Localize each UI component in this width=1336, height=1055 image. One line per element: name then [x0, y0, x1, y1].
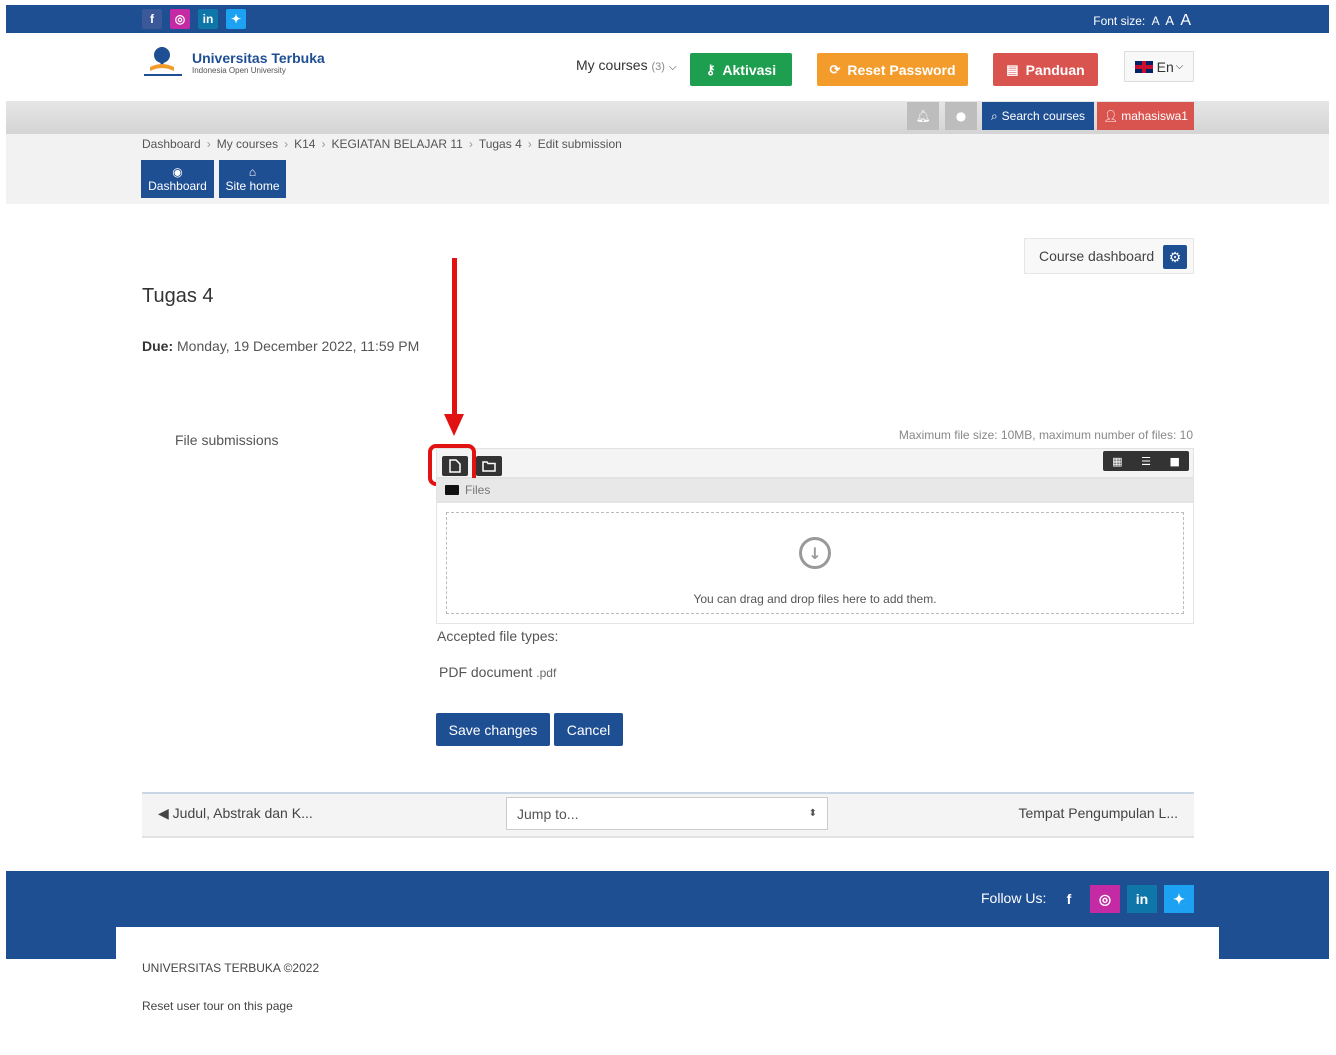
username-label: mahasiswa1: [1121, 109, 1188, 123]
accepted-type-pdf: PDF document .pdf: [439, 664, 556, 680]
search-courses-button[interactable]: ⌕ Search courses: [982, 102, 1094, 130]
annotation-arrow: [452, 258, 457, 418]
search-icon: ⌕: [990, 108, 998, 123]
list-view-icon[interactable]: ☰: [1132, 451, 1161, 471]
previous-activity-link[interactable]: ◀ Judul, Abstrak dan K...: [158, 805, 313, 822]
download-arrow-icon: ↓: [799, 537, 831, 569]
uk-flag-icon: [1134, 60, 1153, 73]
font-size-medium[interactable]: A: [1165, 13, 1174, 28]
logo-emblem-icon: [142, 45, 184, 79]
font-size-large[interactable]: A: [1180, 12, 1191, 29]
aktivasi-button[interactable]: ⚷ Aktivasi: [690, 53, 792, 86]
pdf-extension: .pdf: [536, 666, 557, 680]
breadcrumb-course[interactable]: K14: [294, 137, 315, 151]
copyright-text: UNIVERSITAS TERBUKA ©2022: [142, 961, 320, 975]
max-file-info: Maximum file size: 10MB, maximum number …: [898, 428, 1193, 442]
tree-view-folder-icon[interactable]: ■: [1160, 451, 1189, 471]
course-dashboard-label: Course dashboard: [1039, 248, 1155, 264]
chat-icon[interactable]: ●: [945, 102, 977, 130]
instagram-icon[interactable]: ◎: [1090, 885, 1120, 913]
path-folder-label[interactable]: Files: [465, 483, 490, 497]
site-home-quick-button[interactable]: ⌂ Site home: [219, 160, 286, 198]
twitter-icon[interactable]: ✦: [226, 9, 246, 29]
reset-password-label: Reset Password: [847, 61, 956, 78]
instagram-icon[interactable]: ◎: [170, 9, 190, 29]
dashboard-quick-button[interactable]: ◉ Dashboard: [141, 160, 214, 198]
site-home-quick-label: Site home: [225, 178, 280, 193]
logo-title: Universitas Terbuka: [192, 49, 325, 66]
breadcrumb: Dashboard › My courses › K14 › KEGIATAN BEL…: [142, 137, 622, 151]
view-mode-buttons: ▦ ☰ ■: [1103, 451, 1189, 471]
home-icon: ⌂: [248, 164, 257, 179]
chevron-down-icon: ⌵: [1175, 61, 1184, 72]
grid-view-icon[interactable]: ▦: [1103, 451, 1132, 471]
breadcrumb-my-courses[interactable]: My courses: [217, 137, 278, 151]
search-courses-label: Search courses: [1001, 109, 1086, 123]
breadcrumb-section[interactable]: KEGIATAN BELAJAR 11: [331, 137, 462, 151]
linkedin-icon[interactable]: in: [1127, 885, 1157, 913]
font-size-label: Font size:: [1093, 14, 1146, 28]
course-dashboard-button[interactable]: Course dashboard ⚙: [1024, 238, 1194, 274]
page-title: Tugas 4: [142, 285, 214, 307]
dashboard-quick-label: Dashboard: [148, 178, 207, 193]
dropzone-text: You can drag and drop files here to add …: [693, 592, 937, 606]
cancel-button[interactable]: Cancel: [554, 713, 623, 746]
language-selector[interactable]: En ⌵: [1124, 51, 1194, 82]
breadcrumb-dashboard[interactable]: Dashboard: [142, 137, 201, 151]
folder-icon: [482, 461, 496, 472]
follow-us-label: Follow Us:: [981, 890, 1047, 906]
linkedin-icon[interactable]: in: [198, 9, 218, 29]
panduan-button[interactable]: ▤ Panduan: [993, 53, 1098, 86]
font-size-small[interactable]: A: [1152, 14, 1159, 28]
breadcrumb-current: Edit submission: [537, 137, 622, 151]
user-menu-button[interactable]: 👤︎ mahasiswa1: [1097, 102, 1194, 130]
logo-subtitle: Indonesia Open University: [192, 65, 286, 75]
breadcrumb-assignment[interactable]: Tugas 4: [479, 137, 522, 151]
folder-icon: [445, 485, 459, 495]
due-label: Due:: [142, 338, 174, 354]
facebook-icon[interactable]: f: [1054, 885, 1084, 913]
my-courses-menu[interactable]: My courses (3) ⌵: [576, 57, 676, 73]
chevron-down-icon: ⌵: [668, 62, 677, 73]
refresh-icon: ⟳: [829, 61, 841, 77]
site-logo[interactable]: Universitas Terbuka Indonesia Open Unive…: [142, 45, 325, 79]
jump-to-label: Jump to...: [517, 805, 579, 822]
save-changes-button[interactable]: Save changes: [436, 713, 550, 746]
bell-icon[interactable]: 🔔︎: [907, 102, 939, 130]
facebook-icon[interactable]: f: [142, 9, 162, 29]
aktivasi-label: Aktivasi: [722, 61, 777, 78]
next-activity-link[interactable]: Tempat Pengumpulan L...: [1018, 805, 1178, 821]
due-value: Monday, 19 December 2022, 11:59 PM: [177, 338, 420, 354]
my-courses-label: My courses: [576, 57, 648, 73]
file-submissions-label: File submissions: [175, 432, 279, 448]
twitter-icon[interactable]: ✦: [1164, 885, 1194, 913]
key-icon: ⚷: [705, 61, 716, 77]
filepicker-toolbar: [436, 448, 1194, 478]
user-icon: 👤︎: [1103, 109, 1119, 123]
font-size-control: Font size: A A A: [1093, 12, 1191, 30]
accepted-types-label: Accepted file types:: [437, 628, 559, 644]
annotation-arrow-head: [444, 414, 464, 436]
gear-icon[interactable]: ⚙: [1163, 245, 1187, 269]
my-courses-count: (3): [651, 61, 665, 73]
top-social-bar: f ◎ in ✦ Font size: A A A: [6, 5, 1329, 33]
filepicker-path: Files: [436, 478, 1194, 502]
language-label: En: [1156, 58, 1174, 75]
jump-to-select[interactable]: Jump to... ⬍: [506, 797, 828, 830]
due-date: Due: Monday, 19 December 2022, 11:59 PM: [142, 338, 419, 354]
reset-tour-link[interactable]: Reset user tour on this page: [142, 999, 293, 1013]
dashboard-icon: ◉: [172, 164, 183, 179]
create-folder-button[interactable]: [476, 456, 502, 476]
select-arrows-icon: ⬍: [808, 808, 817, 819]
reset-password-button[interactable]: ⟳ Reset Password: [817, 53, 968, 86]
document-icon: ▤: [1006, 61, 1019, 77]
panduan-label: Panduan: [1025, 61, 1085, 78]
pdf-type-label: PDF document: [439, 664, 533, 680]
